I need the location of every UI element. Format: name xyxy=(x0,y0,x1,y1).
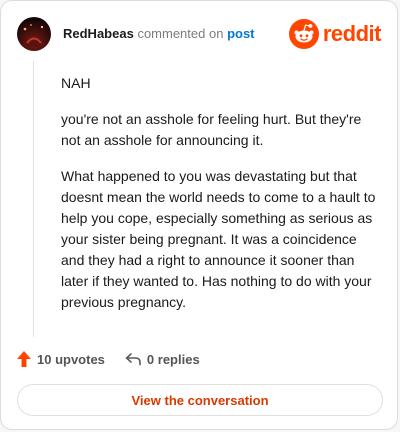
comment-paragraph: NAH xyxy=(61,75,91,91)
reply-stat[interactable]: 0 replies xyxy=(125,352,200,367)
upvote-count: 10 upvotes xyxy=(37,351,105,367)
comment-header: RedHabeas commented on post reddit xyxy=(17,17,382,51)
upvote-stat[interactable]: 10 upvotes xyxy=(17,351,105,367)
upvote-arrow-icon[interactable] xyxy=(17,351,31,367)
view-conversation-button[interactable]: View the conversation xyxy=(17,384,383,416)
embed-card: RedHabeas commented on post reddit NAH y… xyxy=(0,0,398,430)
comment-paragraph: you're not an asshole for feeling hurt. … xyxy=(61,111,362,148)
avatar-image xyxy=(21,24,47,47)
action-text: commented on xyxy=(137,26,224,41)
author-name[interactable]: RedHabeas xyxy=(63,26,134,41)
comment-meta: RedHabeas commented on post xyxy=(63,26,255,42)
reddit-snoo-icon xyxy=(288,19,319,49)
comment-paragraph: What happened to you was devastating but… xyxy=(61,168,376,310)
reddit-logo[interactable]: reddit xyxy=(288,18,382,50)
post-link[interactable]: post xyxy=(227,26,254,41)
comment-body: NAH you're not an asshole for feeling hu… xyxy=(61,73,379,328)
avatar[interactable] xyxy=(17,17,51,51)
thread-line xyxy=(33,61,34,337)
brand-wordmark: reddit xyxy=(322,21,382,46)
reply-count: 0 replies xyxy=(146,351,200,367)
comment-stats: 10 upvotes 0 replies xyxy=(17,348,220,370)
reply-icon[interactable] xyxy=(125,352,141,366)
